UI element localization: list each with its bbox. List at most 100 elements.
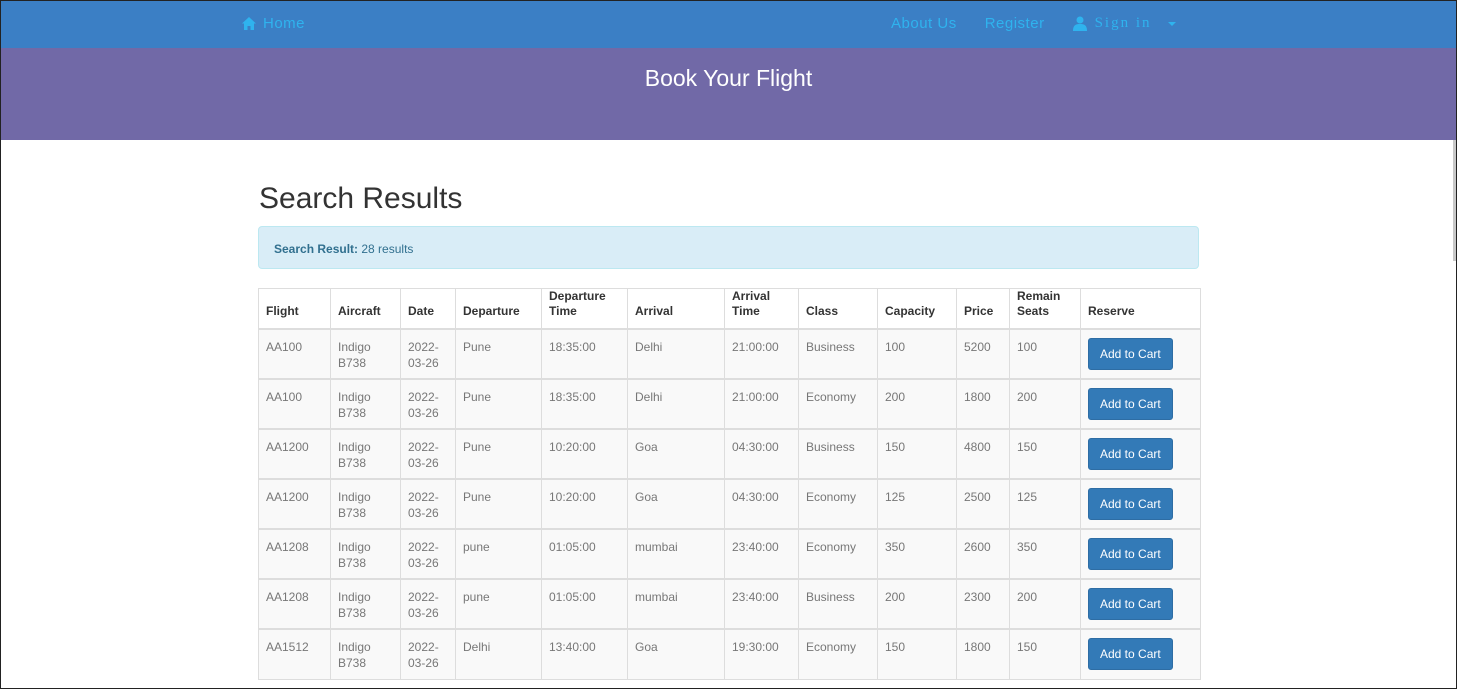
table-row: AA1208 Indigo B738 2022-03-26 pune 01:05:00 m… <box>258 578 1201 630</box>
add-to-cart-button[interactable]: Add to Cart <box>1088 438 1173 470</box>
aircraft-cell: Indigo B738 <box>330 328 401 380</box>
nav-home-label: Home <box>263 15 306 32</box>
arrival-time-cell: 21:00:00 <box>724 378 799 430</box>
top-navbar: Home About Us Register Sign in <box>1 1 1456 48</box>
class-cell: Economy <box>798 378 878 430</box>
table-row: AA1200 Indigo B738 2022-03-26 Pune 10:20:00 G… <box>258 478 1201 530</box>
class-cell: Economy <box>798 528 878 580</box>
col-header-reserve: Reserve <box>1080 288 1201 330</box>
capacity-cell: 150 <box>877 628 957 680</box>
col-header-departure: Departure <box>455 288 542 330</box>
departure-cell: Pune <box>455 378 542 430</box>
departure-time-cell: 10:20:00 <box>541 478 628 530</box>
aircraft-cell: Indigo B738 <box>330 428 401 480</box>
reserve-cell: Add to Cart <box>1080 428 1201 480</box>
departure-cell: Pune <box>455 328 542 380</box>
price-cell: 1800 <box>956 378 1010 430</box>
departure-time-cell: 01:05:00 <box>541 528 628 580</box>
reserve-cell: Add to Cart <box>1080 378 1201 430</box>
add-to-cart-button[interactable]: Add to Cart <box>1088 388 1173 420</box>
user-icon <box>1072 16 1087 31</box>
arrival-time-cell: 19:30:00 <box>724 628 799 680</box>
departure-cell: pune <box>455 528 542 580</box>
table-row: AA1208 Indigo B738 2022-03-26 pune 01:05:00 m… <box>258 528 1201 580</box>
nav-home-link[interactable]: Home <box>241 15 305 32</box>
add-to-cart-button[interactable]: Add to Cart <box>1088 488 1173 520</box>
aircraft-cell: Indigo B738 <box>330 478 401 530</box>
departure-time-cell: 18:35:00 <box>541 378 628 430</box>
departure-cell: Delhi <box>455 628 542 680</box>
col-header-arrival-time: Arrival Time <box>724 288 799 330</box>
price-cell: 2500 <box>956 478 1010 530</box>
remain-seats-cell: 150 <box>1009 428 1081 480</box>
flight-cell: AA1200 <box>258 428 331 480</box>
remain-seats-cell: 200 <box>1009 578 1081 630</box>
class-cell: Business <box>798 578 878 630</box>
col-header-remain-seats: Remain Seats <box>1009 288 1081 330</box>
departure-cell: Pune <box>455 428 542 480</box>
arrival-time-cell: 21:00:00 <box>724 328 799 380</box>
departure-time-cell: 18:35:00 <box>541 328 628 380</box>
nav-register-link[interactable]: Register <box>985 15 1045 32</box>
table-row: AA1512 Indigo B738 2022-03-26 Delhi 13:40:00… <box>258 628 1201 680</box>
class-cell: Business <box>798 328 878 380</box>
nav-signin-dropdown[interactable]: Sign in <box>1072 15 1176 32</box>
price-cell: 2300 <box>956 578 1010 630</box>
remain-seats-cell: 200 <box>1009 378 1081 430</box>
nav-about-link[interactable]: About Us <box>891 15 957 32</box>
arrival-cell: Goa <box>627 478 725 530</box>
reserve-cell: Add to Cart <box>1080 578 1201 630</box>
capacity-cell: 350 <box>877 528 957 580</box>
col-header-price: Price <box>956 288 1010 330</box>
hero-banner: Book Your Flight <box>1 48 1456 140</box>
table-row: AA1200 Indigo B738 2022-03-26 Pune 10:20:00 G… <box>258 428 1201 480</box>
flight-cell: AA1200 <box>258 478 331 530</box>
table-row: AA100 Indigo B738 2022-03-26 Pune 18:35:00 De… <box>258 328 1201 380</box>
arrival-cell: mumbai <box>627 528 725 580</box>
aircraft-cell: Indigo B738 <box>330 528 401 580</box>
remain-seats-cell: 350 <box>1009 528 1081 580</box>
alert-count: 28 results <box>361 242 414 256</box>
remain-seats-cell: 100 <box>1009 328 1081 380</box>
col-header-class: Class <box>798 288 878 330</box>
aircraft-cell: Indigo B738 <box>330 378 401 430</box>
add-to-cart-button[interactable]: Add to Cart <box>1088 638 1173 670</box>
caret-down-icon <box>1167 21 1176 26</box>
flight-cell: AA100 <box>258 328 331 380</box>
capacity-cell: 100 <box>877 328 957 380</box>
alert-label: Search Result: <box>274 242 359 256</box>
departure-time-cell: 13:40:00 <box>541 628 628 680</box>
table-body: AA100 Indigo B738 2022-03-26 Pune 18:35:00 De… <box>258 328 1201 680</box>
departure-cell: pune <box>455 578 542 630</box>
flight-cell: AA100 <box>258 378 331 430</box>
page-frame: Home About Us Register Sign in Book Your… <box>0 0 1457 689</box>
home-icon <box>242 17 256 30</box>
col-header-capacity: Capacity <box>877 288 957 330</box>
price-cell: 4800 <box>956 428 1010 480</box>
departure-time-cell: 01:05:00 <box>541 578 628 630</box>
reserve-cell: Add to Cart <box>1080 478 1201 530</box>
price-cell: 1800 <box>956 628 1010 680</box>
arrival-cell: Delhi <box>627 328 725 380</box>
arrival-cell: mumbai <box>627 578 725 630</box>
scrollbar-thumb[interactable] <box>1453 140 1456 261</box>
col-header-date: Date <box>400 288 456 330</box>
arrival-time-cell: 23:40:00 <box>724 528 799 580</box>
remain-seats-cell: 150 <box>1009 628 1081 680</box>
nav-signin-label: Sign in <box>1094 15 1152 31</box>
col-header-arrival: Arrival <box>627 288 725 330</box>
reserve-cell: Add to Cart <box>1080 328 1201 380</box>
add-to-cart-button[interactable]: Add to Cart <box>1088 588 1173 620</box>
aircraft-cell: Indigo B738 <box>330 628 401 680</box>
class-cell: Economy <box>798 478 878 530</box>
date-cell: 2022-03-26 <box>400 578 456 630</box>
class-cell: Economy <box>798 628 878 680</box>
arrival-cell: Goa <box>627 628 725 680</box>
add-to-cart-button[interactable]: Add to Cart <box>1088 338 1173 370</box>
add-to-cart-button[interactable]: Add to Cart <box>1088 538 1173 570</box>
hero-title: Book Your Flight <box>644 65 813 91</box>
results-heading: Search Results <box>259 182 463 215</box>
nav-right-group: About Us Register Sign in <box>891 15 1176 32</box>
capacity-cell: 200 <box>877 578 957 630</box>
date-cell: 2022-03-26 <box>400 378 456 430</box>
